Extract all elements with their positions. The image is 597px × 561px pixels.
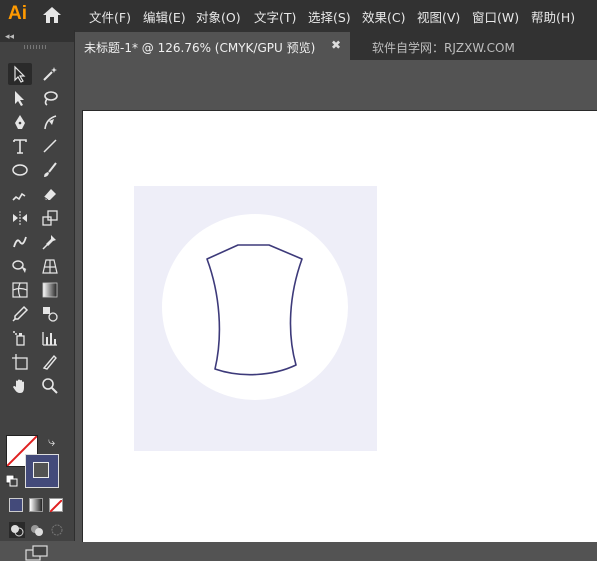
home-icon[interactable] [42,6,62,24]
selection-tool-icon[interactable] [8,63,32,85]
perspective-grid-icon[interactable] [38,255,62,277]
tools-panel: ◂◂ ⤷ [0,30,75,561]
column-graph-icon[interactable] [38,327,62,349]
paintbrush-icon[interactable] [38,159,62,181]
magic-wand-icon[interactable] [38,63,62,85]
default-colors-icon[interactable] [6,475,18,487]
mesh-tool-icon[interactable] [8,279,32,301]
gradient-mode-button[interactable] [29,498,43,512]
menu-effect[interactable]: 效果(C) [362,7,405,26]
document-tab-bar: 未标题-1* @ 126.76% (CMYK/GPU 预览) ✖ 软件自学网：R… [75,30,597,60]
shaper-tool-icon[interactable] [8,183,32,205]
menu-help[interactable]: 帮助(H) [531,7,575,26]
tab-second-document[interactable]: 软件自学网：RJZXW.COM [372,39,515,56]
gradient-tool-icon[interactable] [38,279,62,301]
menu-window[interactable]: 窗口(W) [472,7,519,26]
menu-view[interactable]: 视图(V) [417,7,460,26]
shape-builder-icon[interactable] [8,255,32,277]
menu-select[interactable]: 选择(S) [308,7,351,26]
reflect-tool-icon[interactable] [8,207,32,229]
symbol-sprayer-icon[interactable] [8,327,32,349]
app-logo: Ai [8,3,27,24]
lasso-icon[interactable] [38,87,62,109]
puppet-warp-icon[interactable] [38,231,62,253]
scale-tool-icon[interactable] [38,207,62,229]
tab-active-label: 未标题-1* @ 126.76% (CMYK/GPU 预览) [84,41,316,55]
stroke-swatch[interactable] [25,454,59,488]
line-tool-icon[interactable] [38,135,62,157]
eyedropper-icon[interactable] [8,303,32,325]
ellipse-tool-icon[interactable] [8,159,32,181]
color-mode-button[interactable] [9,498,23,512]
menu-file[interactable]: 文件(F) [89,7,131,26]
warp-tool-icon[interactable] [8,231,32,253]
menu-bar: Ai 文件(F) 编辑(E) 对象(O) 文字(T) 选择(S) 效果(C) 视… [0,0,597,30]
menu-edit[interactable]: 编辑(E) [143,7,186,26]
shirt-outline [206,244,303,376]
artboard-tool-icon[interactable] [8,351,32,373]
curvature-tool-icon[interactable] [38,111,62,133]
draw-normal-icon[interactable] [9,522,25,538]
direct-selection-icon[interactable] [8,87,32,109]
pen-tool-icon[interactable] [8,111,32,133]
slice-tool-icon[interactable] [38,351,62,373]
swap-colors-icon[interactable]: ⤷ [48,434,55,450]
tab-active-document[interactable]: 未标题-1* @ 126.76% (CMYK/GPU 预览) ✖ [75,32,350,60]
draw-inside-icon[interactable] [49,522,65,538]
zoom-tool-icon[interactable] [38,375,62,397]
menu-type[interactable]: 文字(T) [254,7,296,26]
panel-grip[interactable] [24,45,46,49]
stroke-swatch-inner [33,462,49,478]
draw-behind-icon[interactable] [29,522,45,538]
screen-mode-icon[interactable] [25,545,49,561]
tab-close-icon[interactable]: ✖ [331,38,341,52]
blend-tool-icon[interactable] [38,303,62,325]
panel-header: ◂◂ [0,30,74,42]
type-tool-icon[interactable] [8,135,32,157]
none-mode-button[interactable] [49,498,63,513]
hand-tool-icon[interactable] [8,375,32,397]
collapse-icon[interactable]: ◂◂ [5,31,14,42]
artwork[interactable] [83,111,597,542]
menu-object[interactable]: 对象(O) [196,7,241,26]
eraser-icon[interactable] [38,183,62,205]
artboard[interactable] [82,110,597,542]
